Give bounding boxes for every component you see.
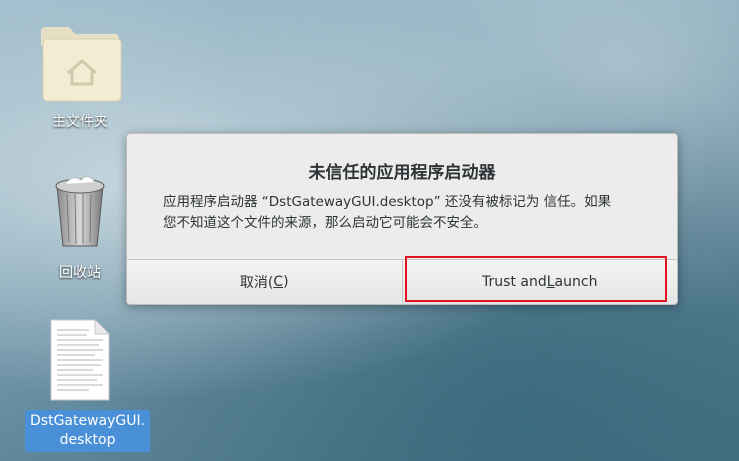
dialog-message-line2: 您不知道这个文件的来源，那么启动它可能会不安全。 <box>163 215 487 231</box>
cancel-mnemonic: C <box>273 274 284 290</box>
cancel-label-prefix: 取消( <box>239 275 274 291</box>
dialog-title: 未信任的应用程序启动器 <box>308 163 496 183</box>
home-folder-icon <box>41 27 122 102</box>
cancel-button[interactable]: 取消(C) <box>127 260 403 304</box>
desktop-icon-trash[interactable]: 回收站 <box>25 170 135 284</box>
dialog-button-bar: 取消(C) Trust and Launch <box>127 259 677 304</box>
label-line2: desktop <box>59 432 116 448</box>
text-document-icon <box>50 319 110 401</box>
dialog-message-line1: 应用程序启动器 “DstGatewayGUI.desktop” 还没有被标记为 … <box>163 194 612 210</box>
trust-and-launch-button[interactable]: Trust and Launch <box>402 260 677 304</box>
desktop-icon-dstgateway[interactable]: DstGatewayGUI. desktop <box>25 318 151 452</box>
launch-mnemonic: L <box>546 274 555 290</box>
cancel-label-suffix: ) <box>283 274 289 290</box>
trash-icon <box>55 176 105 247</box>
desktop-icon-label: 主文件夹 <box>52 114 108 130</box>
desktop-icon-label-selected: DstGatewayGUI. desktop <box>25 410 151 452</box>
launch-label-suffix: aunch <box>554 274 598 290</box>
untrusted-launcher-dialog: 未信任的应用程序启动器 应用程序启动器 “DstGatewayGUI.deskt… <box>126 133 678 305</box>
dialog-message: 应用程序启动器 “DstGatewayGUI.desktop” 还没有被标记为 … <box>163 192 647 234</box>
launch-label-prefix: Trust and <box>482 274 547 290</box>
desktop-icon-home[interactable]: 主文件夹 <box>25 15 135 133</box>
desktop-icon-label: 回收站 <box>59 265 101 281</box>
label-line1: DstGatewayGUI. <box>30 413 146 429</box>
